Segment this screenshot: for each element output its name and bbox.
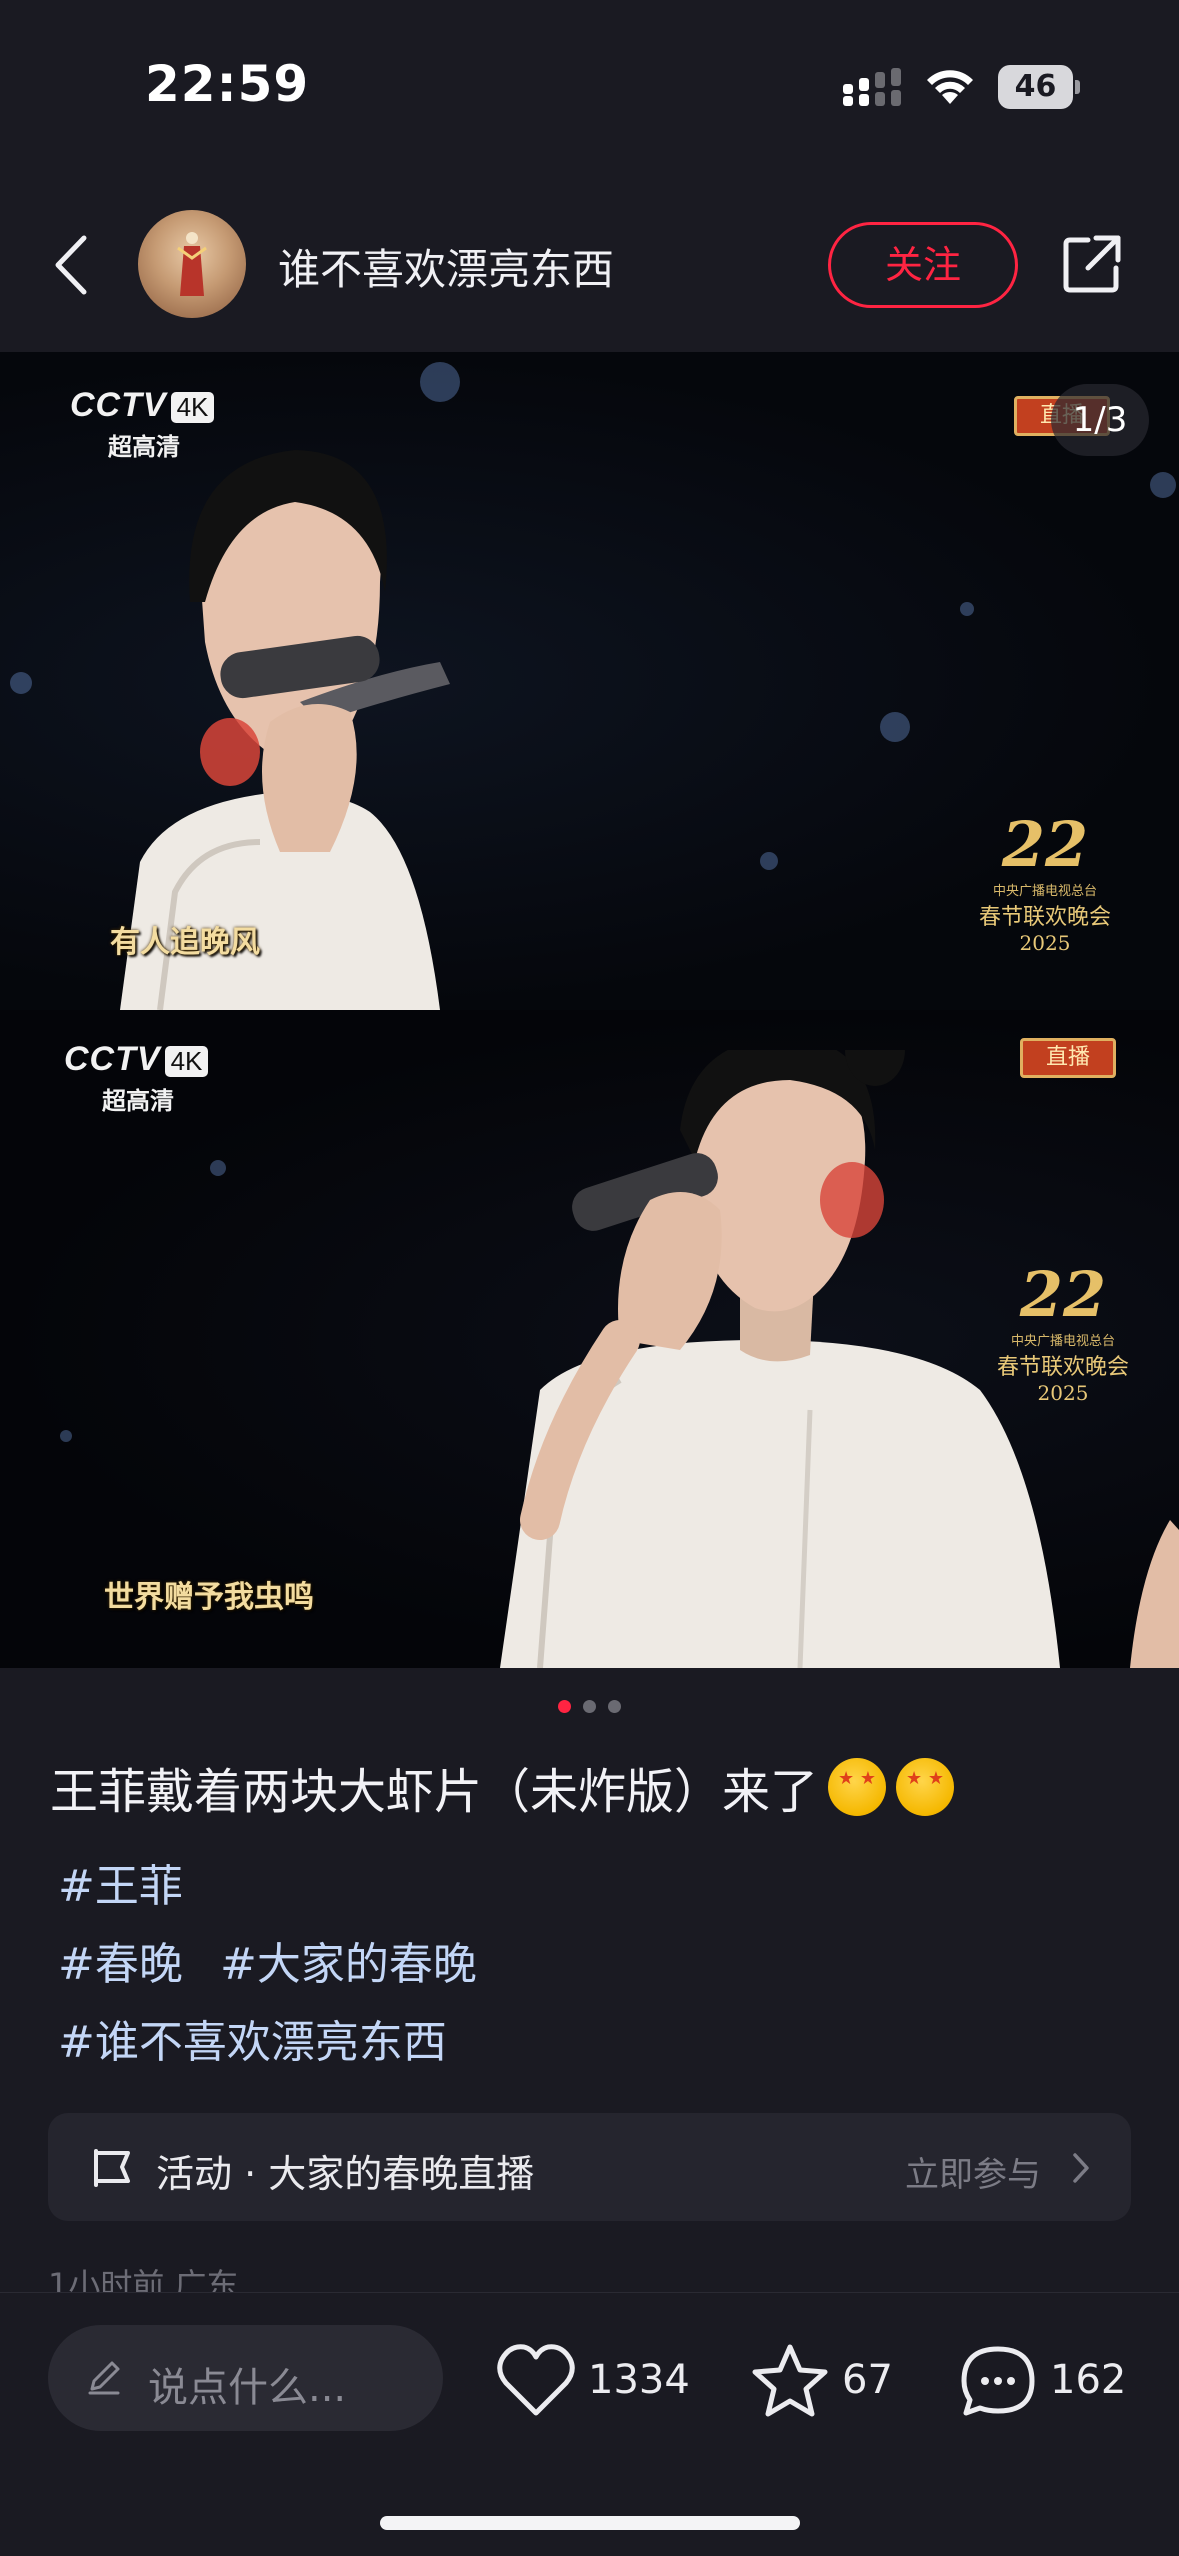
lyric-subtitle: 有人追晚风 xyxy=(110,925,260,960)
cctv-logo-text: CCTV xyxy=(64,1040,161,1078)
gala-logo-small: 中央广播电视总台 xyxy=(1010,1334,1115,1349)
activity-flag-icon xyxy=(94,2149,130,2187)
post-title-text: 王菲戴着两块大虾片（未炸版）来了 xyxy=(50,1764,819,1820)
gala-logo-year: 2025 xyxy=(1037,1381,1089,1405)
spring-gala-logo: 22 中央广播电视总台 春节联欢晚会 2025 xyxy=(970,808,1120,956)
bokeh-light xyxy=(880,712,910,742)
star-struck-emoji-icon xyxy=(828,1758,887,1816)
bokeh-light xyxy=(1150,472,1176,498)
bokeh-light xyxy=(960,602,974,616)
comment-input[interactable]: 说点什么... xyxy=(48,2325,443,2431)
gala-logo-small: 中央广播电视总台 xyxy=(992,884,1097,899)
bokeh-light xyxy=(210,1160,226,1176)
cctv-logo-sub: 超高清 xyxy=(108,434,180,461)
cctv-logo-text: CCTV xyxy=(70,386,167,424)
chat-bubble-icon xyxy=(961,2346,1035,2416)
gala-logo-year: 2025 xyxy=(1019,931,1071,955)
cellular-signal-icon xyxy=(843,68,901,106)
video-still-2: CCTV 4K 超高清 直播 22 中央广播电视总台 春节联欢晚会 2025 世界… xyxy=(0,1010,1179,1668)
bokeh-light xyxy=(760,852,778,870)
author-name[interactable]: 谁不喜欢漂亮东西 xyxy=(278,236,614,297)
pagination-dot[interactable] xyxy=(583,1700,596,1713)
follow-button[interactable]: 关注 xyxy=(828,222,1018,308)
lyric-subtitle: 世界赠予我虫鸣 xyxy=(104,1580,314,1615)
chevron-right-icon xyxy=(1073,2153,1089,2183)
back-button[interactable] xyxy=(46,230,98,300)
home-indicator xyxy=(380,2516,800,2530)
bokeh-light xyxy=(60,1430,72,1442)
pagination-dot[interactable] xyxy=(558,1700,571,1713)
cctv-logo: CCTV 4K 超高清 xyxy=(70,386,215,462)
hashtag-chunwan[interactable]: #春晚 xyxy=(58,1928,183,1992)
comment-button[interactable]: 162 xyxy=(958,2343,1138,2419)
collect-count: 67 xyxy=(842,2357,893,2403)
spring-gala-logo: 22 中央广播电视总台 春节联欢晚会 2025 xyxy=(988,1258,1138,1406)
activity-banner[interactable]: 活动 · 大家的春晚直播 立即参与 xyxy=(48,2113,1131,2221)
like-count: 1334 xyxy=(588,2357,690,2403)
cctv-logo-sub: 超高清 xyxy=(102,1088,174,1115)
status-bar: 22:59 46 xyxy=(0,0,1179,175)
battery-indicator: 46 xyxy=(998,65,1080,109)
gala-logo-name: 春节联欢晚会 xyxy=(978,905,1111,930)
image-counter: 1/3 xyxy=(1051,384,1149,456)
live-badge: 直播 xyxy=(1020,1038,1116,1078)
heart-icon xyxy=(497,2344,575,2416)
hashtag-author-topic[interactable]: #谁不喜欢漂亮东西 xyxy=(58,2006,447,2070)
hashtag-dajia-chunwan[interactable]: #大家的春晚 xyxy=(220,1928,477,1992)
post-title: 王菲戴着两块大虾片（未炸版）来了 xyxy=(50,1752,955,1822)
author-avatar[interactable] xyxy=(138,210,246,318)
pen-icon xyxy=(88,2361,120,2395)
cctv-logo: CCTV 4K 超高清 xyxy=(64,1040,209,1116)
avatar-figure xyxy=(177,232,207,296)
star-icon xyxy=(752,2344,828,2417)
bokeh-light xyxy=(420,362,460,402)
activity-title: 活动 · 大家的春晚直播 xyxy=(156,2152,535,2196)
activity-join-link[interactable]: 立即参与 xyxy=(905,2147,1041,2196)
cctv-4k-badge: 4K xyxy=(164,1046,209,1077)
gala-logo-number: 22 xyxy=(1019,1258,1107,1331)
collect-button[interactable]: 67 xyxy=(750,2343,900,2419)
bokeh-light xyxy=(10,672,32,694)
comment-count: 162 xyxy=(1050,2357,1127,2403)
share-icon[interactable] xyxy=(1060,232,1124,296)
post-header: 谁不喜欢漂亮东西 关注 xyxy=(0,190,1179,340)
image-carousel[interactable]: CCTV4K 超高清 直播 1/3 22 中央广播电视总台 春节联欢晚会 202… xyxy=(0,352,1179,1668)
carousel-pagination xyxy=(0,1698,1179,1713)
status-time: 22:59 xyxy=(145,55,310,113)
pagination-dot[interactable] xyxy=(608,1700,621,1713)
gala-logo-number: 22 xyxy=(1001,808,1089,881)
gala-logo-name: 春节联欢晚会 xyxy=(996,1355,1129,1380)
like-button[interactable]: 1334 xyxy=(496,2343,696,2419)
wifi-icon xyxy=(927,70,973,104)
hashtag-wangfei[interactable]: #王菲 xyxy=(58,1850,183,1914)
battery-level: 46 xyxy=(1014,69,1057,104)
video-still-1: CCTV4K 超高清 直播 1/3 22 中央广播电视总台 春节联欢晚会 202… xyxy=(0,352,1179,1010)
battery-tip xyxy=(1075,80,1080,94)
star-struck-emoji-icon xyxy=(896,1758,955,1816)
comment-placeholder: 说点什么... xyxy=(148,2365,347,2411)
cctv-4k-badge: 4K xyxy=(170,392,215,423)
